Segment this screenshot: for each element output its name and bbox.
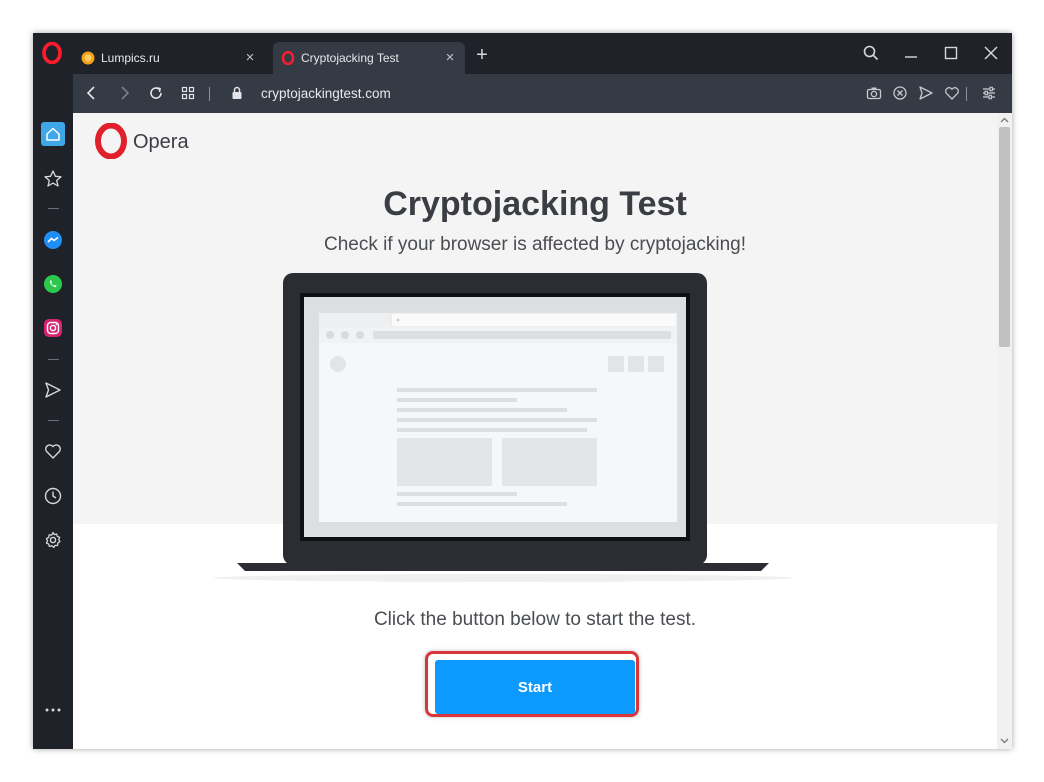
more-icon[interactable] [43, 700, 63, 720]
tab-lumpics[interactable]: Lumpics.ru × [73, 42, 265, 74]
flow-icon[interactable] [43, 380, 63, 400]
page-title: Cryptojacking Test [383, 185, 687, 223]
tab-bar: Lumpics.ru × Cryptojacking Test × + [33, 33, 1012, 74]
tab-cryptojacking-test[interactable]: Cryptojacking Test × [273, 42, 465, 74]
my-flow-heart-icon[interactable] [43, 441, 63, 461]
send-to-flow-icon[interactable] [917, 84, 935, 102]
url-field[interactable]: cryptojackingtest.com [261, 86, 391, 101]
whatsapp-icon[interactable] [43, 274, 63, 294]
sidebar-separator [48, 208, 59, 209]
close-tab-icon[interactable]: × [443, 50, 457, 65]
maximize-icon[interactable] [940, 42, 962, 64]
start-button[interactable]: Start [435, 660, 635, 714]
snapshot-icon[interactable] [865, 84, 883, 102]
search-tabs-icon[interactable] [860, 42, 882, 64]
opera-logo-text: Opera [133, 131, 189, 153]
page-subtitle: Check if your browser is affected by cry… [323, 234, 747, 255]
scroll-down-arrow-icon[interactable] [1000, 736, 1009, 745]
web-page: Opera Cryptojacking Test Check if your b… [73, 113, 997, 749]
lumpics-favicon-icon [81, 51, 95, 65]
browser-window: Lumpics.ru × Cryptojacking Test × + cryp… [33, 33, 1012, 749]
scroll-thumb[interactable] [999, 127, 1010, 347]
close-window-icon[interactable] [980, 42, 1002, 64]
opera-favicon-icon [281, 51, 295, 65]
instagram-icon[interactable] [43, 318, 63, 338]
laptop-illustration [213, 273, 793, 582]
minimize-icon[interactable] [900, 42, 922, 64]
bookmark-heart-icon[interactable] [943, 84, 961, 102]
history-icon[interactable] [43, 486, 63, 506]
opera-logo[interactable]: Opera [93, 123, 195, 159]
bookmarks-icon[interactable] [43, 169, 63, 189]
easy-setup-icon[interactable] [980, 84, 998, 102]
lock-icon[interactable] [228, 84, 246, 102]
tab-label: Cryptojacking Test [301, 51, 399, 65]
sidebar [33, 74, 73, 749]
tabs-grid-icon[interactable] [179, 84, 197, 102]
address-divider-right [966, 87, 967, 101]
start-instruction: Click the button below to start the test… [373, 609, 697, 630]
reload-icon[interactable] [147, 84, 165, 102]
back-icon[interactable] [83, 84, 101, 102]
forward-icon[interactable] [115, 84, 133, 102]
new-tab-button[interactable]: + [473, 45, 491, 65]
sidebar-separator [48, 359, 59, 360]
opera-menu-icon[interactable] [41, 42, 63, 64]
tab-label: Lumpics.ru [101, 51, 160, 65]
messenger-icon[interactable] [43, 230, 63, 250]
page-scrollbar[interactable] [997, 113, 1012, 749]
adblock-icon[interactable] [891, 84, 909, 102]
scroll-up-arrow-icon[interactable] [1000, 116, 1009, 125]
sidebar-separator [48, 420, 59, 421]
settings-icon[interactable] [43, 530, 63, 550]
address-bar: cryptojackingtest.com [73, 74, 1012, 113]
home-icon[interactable] [41, 122, 65, 146]
start-button-highlight: Start [425, 651, 639, 717]
address-divider [209, 87, 210, 101]
close-tab-icon[interactable]: × [243, 50, 257, 65]
